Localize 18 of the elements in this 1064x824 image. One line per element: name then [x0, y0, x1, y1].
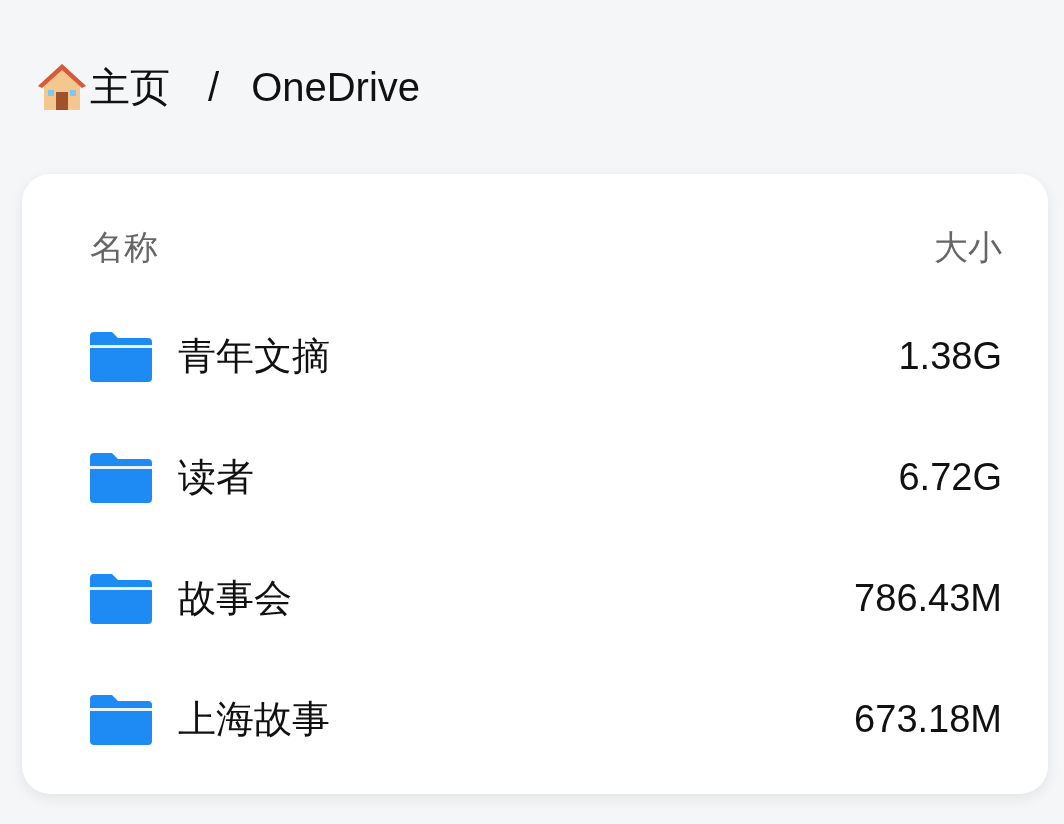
folder-name[interactable]: 读者	[178, 452, 899, 503]
folder-icon	[90, 331, 152, 382]
file-size: 786.43M	[854, 577, 1002, 620]
file-size: 1.38G	[898, 335, 1002, 378]
folder-icon	[90, 694, 152, 745]
file-size: 673.18M	[854, 698, 1002, 741]
house-icon	[36, 62, 88, 112]
column-header: 名称	[90, 227, 158, 268]
breadcrumb-current[interactable]: OneDrive	[251, 64, 421, 110]
folder-icon	[90, 452, 152, 503]
home-link[interactable]: 主页	[36, 59, 170, 115]
breadcrumb-separator: /	[208, 64, 220, 110]
folder-name[interactable]: 上海故事	[178, 694, 855, 745]
folder-name[interactable]: 青年文摘	[178, 331, 899, 382]
column-header: 大小	[934, 227, 1002, 268]
folder-icon	[90, 573, 152, 624]
file-size: 6.72G	[898, 456, 1002, 499]
folder-name[interactable]: 故事会	[178, 573, 855, 624]
